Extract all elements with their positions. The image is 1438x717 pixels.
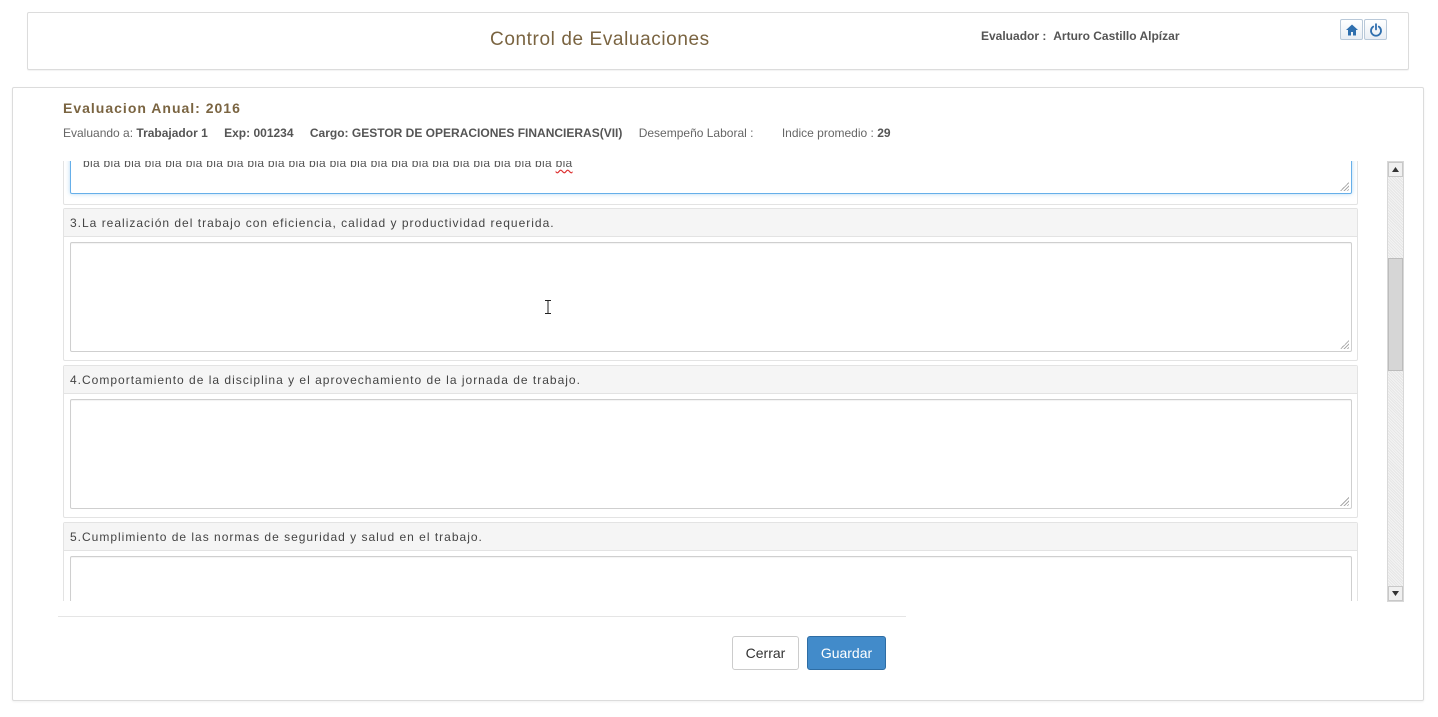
evaluando-value: Trabajador 1 [136, 126, 208, 140]
questions-scroll-area[interactable]: bla bla bla bla bla bla bla bla bla bla … [63, 161, 1358, 601]
cargo-label: Cargo: [309, 126, 349, 140]
evaluador-label: Evaluador : [981, 29, 1047, 43]
close-button[interactable]: Cerrar [732, 636, 799, 670]
home-icon [1345, 24, 1358, 35]
home-button[interactable] [1340, 19, 1363, 40]
resize-grip-icon[interactable] [1339, 496, 1349, 506]
evaluador-name: Arturo Castillo Alpízar [1053, 29, 1180, 43]
question-block-previous: bla bla bla bla bla bla bla bla bla bla … [63, 161, 1358, 205]
footer-divider [58, 616, 906, 617]
answer-text-previous: bla bla bla bla bla bla bla bla bla bla … [83, 161, 573, 170]
power-icon [1369, 22, 1382, 37]
scrollbar-thumb[interactable] [1388, 258, 1403, 371]
app-title: Control de Evaluaciones [490, 29, 710, 50]
exp-label: Exp: [224, 126, 251, 140]
triangle-up-icon [1392, 167, 1399, 172]
indice-value: 29 [877, 126, 891, 140]
evaluador-info: Evaluador : Arturo Castillo Alpízar [981, 29, 1179, 43]
question-block-3: 3.La realización del trabajo con eficien… [63, 208, 1358, 361]
evaluation-panel: Evaluacion Anual: 2016 Evaluando a: Trab… [12, 87, 1424, 701]
question-label-4: 4.Comportamiento de la disciplina y el a… [64, 366, 1357, 394]
answer-textarea-3[interactable] [70, 242, 1352, 352]
evaluando-label: Evaluando a: [63, 126, 134, 140]
text-cursor-icon [545, 300, 551, 314]
question-block-5: 5.Cumplimiento de las normas de segurida… [63, 522, 1358, 601]
exp-value: 001234 [253, 126, 294, 140]
evaluation-title: Evaluacion Anual: 2016 [63, 100, 241, 116]
cargo-value: GESTOR DE OPERACIONES FINANCIERAS(VII) [351, 126, 623, 140]
resize-grip-icon[interactable] [1339, 181, 1349, 191]
vertical-scrollbar[interactable] [1387, 161, 1404, 602]
power-button[interactable] [1364, 19, 1387, 40]
question-block-4: 4.Comportamiento de la disciplina y el a… [63, 365, 1358, 518]
desempeno-label: Desempeño Laboral : [638, 126, 754, 140]
answer-textarea-5[interactable] [70, 556, 1352, 601]
question-label-3: 3.La realización del trabajo con eficien… [64, 209, 1357, 237]
resize-grip-icon[interactable] [1339, 339, 1349, 349]
question-label-5: 5.Cumplimiento de las normas de segurida… [64, 523, 1357, 551]
save-button[interactable]: Guardar [807, 636, 886, 670]
header-panel: Control de Evaluaciones Evaluador : Artu… [27, 12, 1409, 70]
answer-textarea-previous[interactable]: bla bla bla bla bla bla bla bla bla bla … [70, 161, 1352, 194]
answer-text-body: bla bla bla bla bla bla bla bla bla bla … [83, 161, 552, 170]
scroll-up-button[interactable] [1388, 162, 1403, 177]
answer-textarea-4[interactable] [70, 399, 1352, 509]
indice-label: Indice promedio : [781, 126, 874, 140]
scroll-down-button[interactable] [1388, 586, 1403, 601]
triangle-down-icon [1392, 591, 1399, 596]
misspelled-word: bla [555, 161, 573, 170]
evaluation-info: Evaluando a: Trabajador 1 Exp: 001234 Ca… [63, 126, 891, 140]
